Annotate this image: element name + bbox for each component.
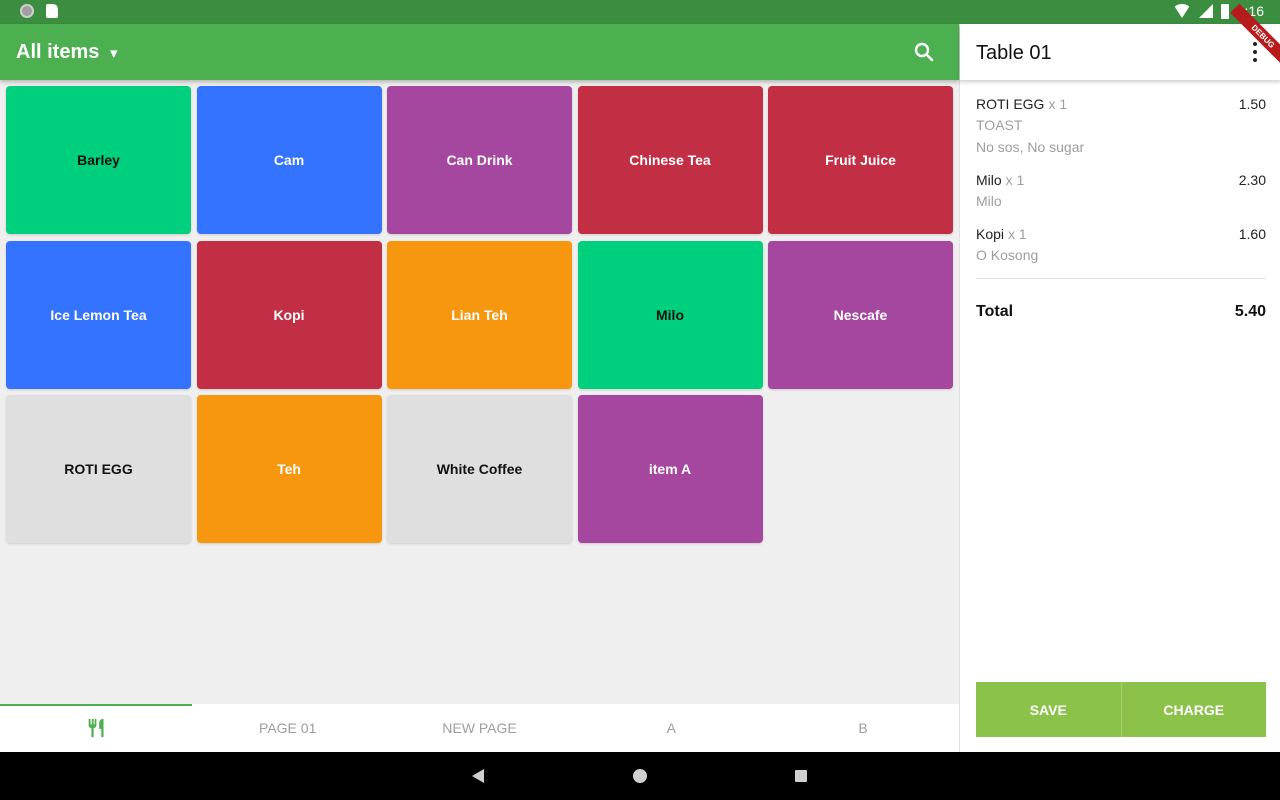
item-tile[interactable]: ROTI EGG bbox=[6, 395, 191, 543]
item-tile[interactable]: Cam bbox=[196, 86, 382, 234]
item-tile-label: Can Drink bbox=[446, 152, 513, 168]
order-item[interactable]: ROTI EGG x 1 1.50 TOAST No sos, No sugar bbox=[976, 94, 1266, 158]
category-dropdown[interactable]: All items bbox=[16, 41, 99, 64]
order-item-note: Milo bbox=[976, 193, 1002, 209]
order-item-price: 1.60 bbox=[1238, 226, 1266, 242]
item-tile-label: Cam bbox=[273, 152, 305, 168]
order-header: Table 01 DEBUG bbox=[960, 3, 1280, 80]
item-tile[interactable]: Milo bbox=[577, 240, 763, 389]
item-tile-label: Kopi bbox=[273, 306, 305, 323]
item-tile[interactable]: Nescafe bbox=[768, 240, 953, 389]
order-total: Total 5.40 bbox=[976, 303, 1266, 321]
item-tile[interactable]: Fruit Juice bbox=[768, 86, 953, 234]
tab-page[interactable]: NEW PAGE bbox=[384, 704, 576, 752]
tab-label: PAGE 01 bbox=[259, 720, 317, 736]
order-item-price: 1.50 bbox=[1238, 96, 1266, 112]
item-tile-label: Barley bbox=[77, 152, 120, 168]
notification-icon bbox=[20, 4, 34, 18]
item-tile-label: ROTI EGG bbox=[64, 461, 133, 477]
item-grid: Barley Cam Can Drink Chinese Tea Fruit Juice… bbox=[6, 86, 953, 543]
page-tabs: PAGE 01 NEW PAGE A B bbox=[0, 704, 959, 752]
home-icon[interactable] bbox=[633, 769, 647, 783]
search-icon[interactable] bbox=[912, 40, 936, 64]
tab-label: A bbox=[666, 720, 676, 736]
dropdown-caret-icon[interactable]: ▾ bbox=[110, 44, 118, 62]
tab-label: NEW PAGE bbox=[442, 720, 517, 736]
order-item-name: ROTI EGG bbox=[976, 96, 1045, 112]
item-tile[interactable]: Kopi bbox=[196, 240, 382, 389]
item-tile[interactable]: Can Drink bbox=[387, 86, 572, 234]
table-title[interactable]: Table 01 bbox=[976, 42, 1052, 65]
sd-card-icon bbox=[46, 4, 58, 18]
order-item[interactable]: Milo x 1 2.30 Milo bbox=[976, 170, 1266, 212]
order-list: ROTI EGG x 1 1.50 TOAST No sos, No sugar Milo… bbox=[976, 94, 1266, 321]
wifi-icon bbox=[1172, 4, 1191, 18]
item-tile-label: item A bbox=[648, 461, 692, 477]
item-tile-label: Teh bbox=[277, 461, 301, 477]
item-tile-label: White Coffee bbox=[436, 461, 523, 477]
order-actions: SAVE CHARGE bbox=[976, 682, 1266, 737]
order-item-price: 2.30 bbox=[1238, 172, 1266, 188]
item-tile-label: Ice Lemon Tea bbox=[50, 306, 147, 323]
order-item-note: TOAST bbox=[976, 117, 1023, 133]
items-pane: All items ▾ Barley Cam Can Drink Chinese Te… bbox=[0, 24, 959, 752]
item-tile[interactable]: Ice Lemon Tea bbox=[6, 240, 191, 389]
save-button[interactable]: SAVE bbox=[976, 682, 1121, 737]
tab-page[interactable]: B bbox=[767, 704, 959, 752]
tab-label: B bbox=[858, 720, 868, 736]
order-item-name: Kopi bbox=[976, 226, 1005, 242]
app-bar: All items ▾ bbox=[0, 24, 959, 80]
item-tile[interactable]: White Coffee bbox=[387, 395, 572, 543]
tab-all-items[interactable] bbox=[0, 704, 192, 752]
tab-page[interactable]: A bbox=[575, 704, 767, 752]
item-tile[interactable]: Chinese Tea bbox=[577, 86, 763, 234]
order-item-note: No sos, No sugar bbox=[976, 139, 1085, 155]
order-item-note: O Kosong bbox=[976, 247, 1039, 263]
recent-apps-icon[interactable] bbox=[795, 770, 807, 782]
total-label: Total bbox=[976, 303, 1014, 320]
item-tile-label: Fruit Juice bbox=[825, 152, 896, 168]
order-item-qty: x 1 bbox=[1008, 226, 1027, 242]
item-tile[interactable]: Lian Teh bbox=[387, 240, 572, 389]
tab-page[interactable]: PAGE 01 bbox=[192, 704, 384, 752]
divider bbox=[976, 278, 1266, 279]
item-tile[interactable]: item A bbox=[577, 395, 763, 543]
item-tile-label: Nescafe bbox=[833, 306, 888, 323]
item-tile[interactable]: Barley bbox=[6, 86, 191, 234]
total-value: 5.40 bbox=[1234, 303, 1266, 320]
order-pane: Table 01 DEBUG ROTI EGG x 1 1.50 TOAST No so… bbox=[959, 3, 1280, 752]
order-item-name: Milo bbox=[976, 172, 1002, 188]
order-item-qty: x 1 bbox=[1005, 172, 1025, 188]
order-item-qty: x 1 bbox=[1048, 96, 1068, 112]
status-bar: 4:16 bbox=[0, 0, 1280, 24]
item-tile[interactable]: Teh bbox=[196, 395, 382, 543]
system-nav-bar bbox=[0, 752, 1280, 800]
charge-button[interactable]: CHARGE bbox=[1120, 682, 1266, 737]
item-tile-label: Lian Teh bbox=[451, 306, 508, 323]
order-item[interactable]: Kopi x 1 1.60 O Kosong bbox=[976, 224, 1266, 266]
battery-icon bbox=[1220, 3, 1229, 19]
item-tile-label: Milo bbox=[656, 306, 684, 323]
signal-icon bbox=[1198, 4, 1213, 18]
cutlery-icon bbox=[88, 718, 104, 738]
more-vert-icon[interactable] bbox=[1252, 42, 1258, 62]
item-tile-label: Chinese Tea bbox=[629, 152, 711, 168]
back-icon[interactable] bbox=[472, 769, 484, 783]
